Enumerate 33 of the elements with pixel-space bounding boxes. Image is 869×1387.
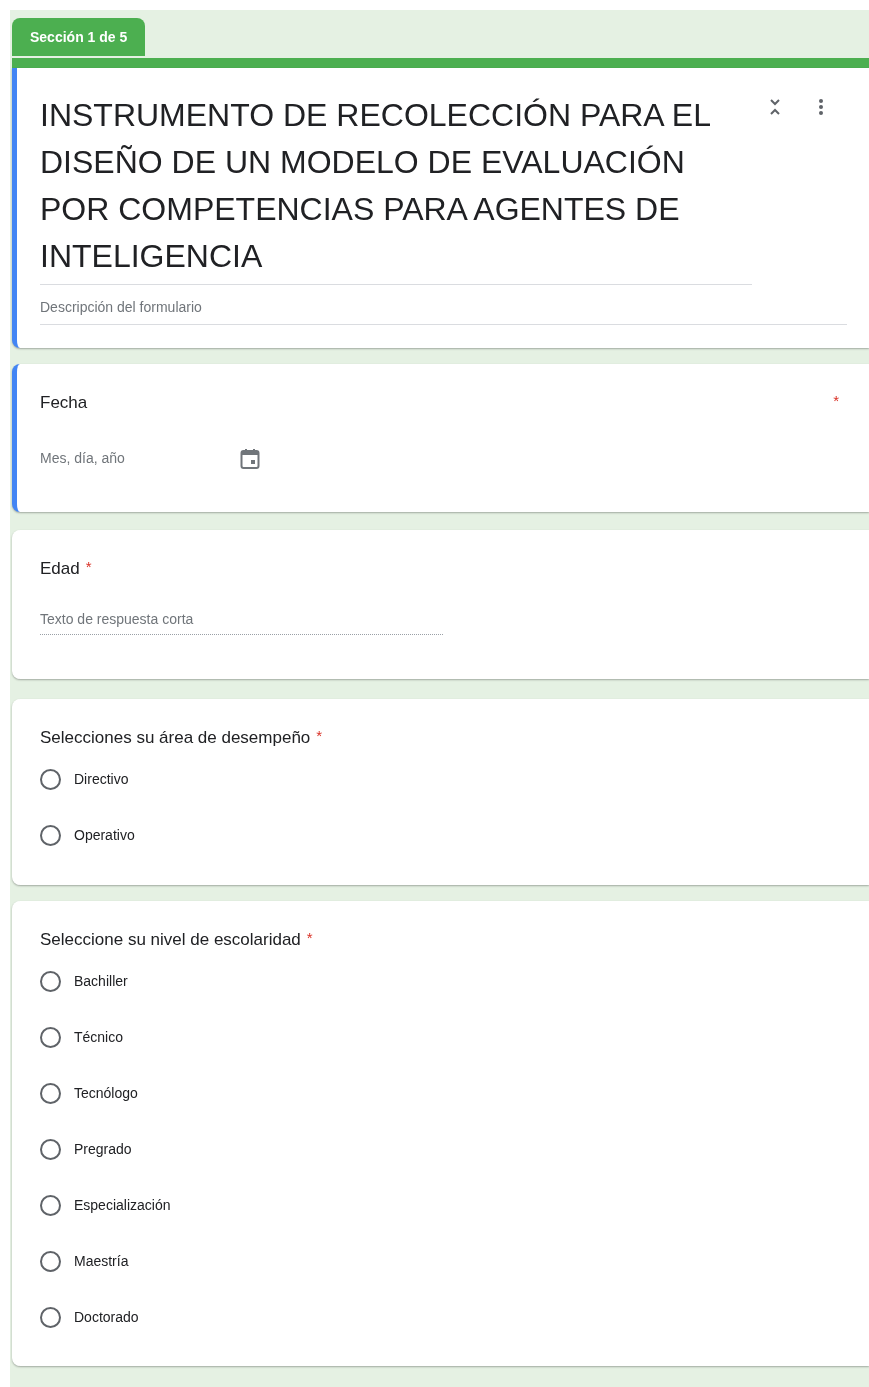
more-options-icon[interactable] [818, 98, 824, 116]
required-asterisk: * [833, 391, 839, 411]
question-title: Selecciones su área de desempeño [40, 727, 311, 749]
required-asterisk: * [306, 927, 313, 948]
option-label: Directivo [74, 770, 129, 789]
option-label: Bachiller [74, 971, 128, 991]
calendar-icon[interactable] [240, 447, 260, 470]
option-label: Tecnólogo [74, 1083, 138, 1103]
radio-button[interactable] [40, 1250, 61, 1272]
description-field[interactable]: Descripción del formulario [40, 297, 847, 325]
radio-button[interactable] [40, 1026, 61, 1048]
option-label: Pregrado [74, 1139, 132, 1159]
option-label: Maestría [74, 1251, 129, 1271]
radio-button[interactable] [40, 970, 61, 992]
radio-button[interactable] [40, 825, 61, 846]
question-title: Edad [40, 557, 80, 580]
question-title: Seleccione su nivel de escolaridad [40, 928, 301, 951]
radio-button[interactable] [40, 1082, 61, 1104]
required-asterisk: * [85, 556, 92, 577]
option-label: Operativo [74, 826, 135, 845]
date-field[interactable]: Mes, día, año [40, 448, 240, 469]
required-asterisk: * [316, 726, 323, 746]
radio-button[interactable] [40, 769, 61, 790]
collapse-icon[interactable] [768, 98, 782, 116]
option-label: Especialización [74, 1195, 171, 1215]
radio-button[interactable] [40, 1194, 61, 1216]
form-title: INSTRUMENTO DE RECOLECCIÓN PARA EL DISEÑO DE UN MODELO DE EVALUACIÓN POR COMPETENCIAS PARA AGENTES DE INTELIGENCIA [40, 96, 711, 276]
short-answer-field[interactable]: Texto de respuesta corta [40, 609, 443, 635]
option-label: Doctorado [74, 1307, 139, 1327]
radio-button[interactable] [40, 1306, 61, 1328]
question-title: Fecha [40, 392, 88, 414]
option-label: Técnico [74, 1027, 124, 1047]
radio-button[interactable] [40, 1138, 61, 1160]
